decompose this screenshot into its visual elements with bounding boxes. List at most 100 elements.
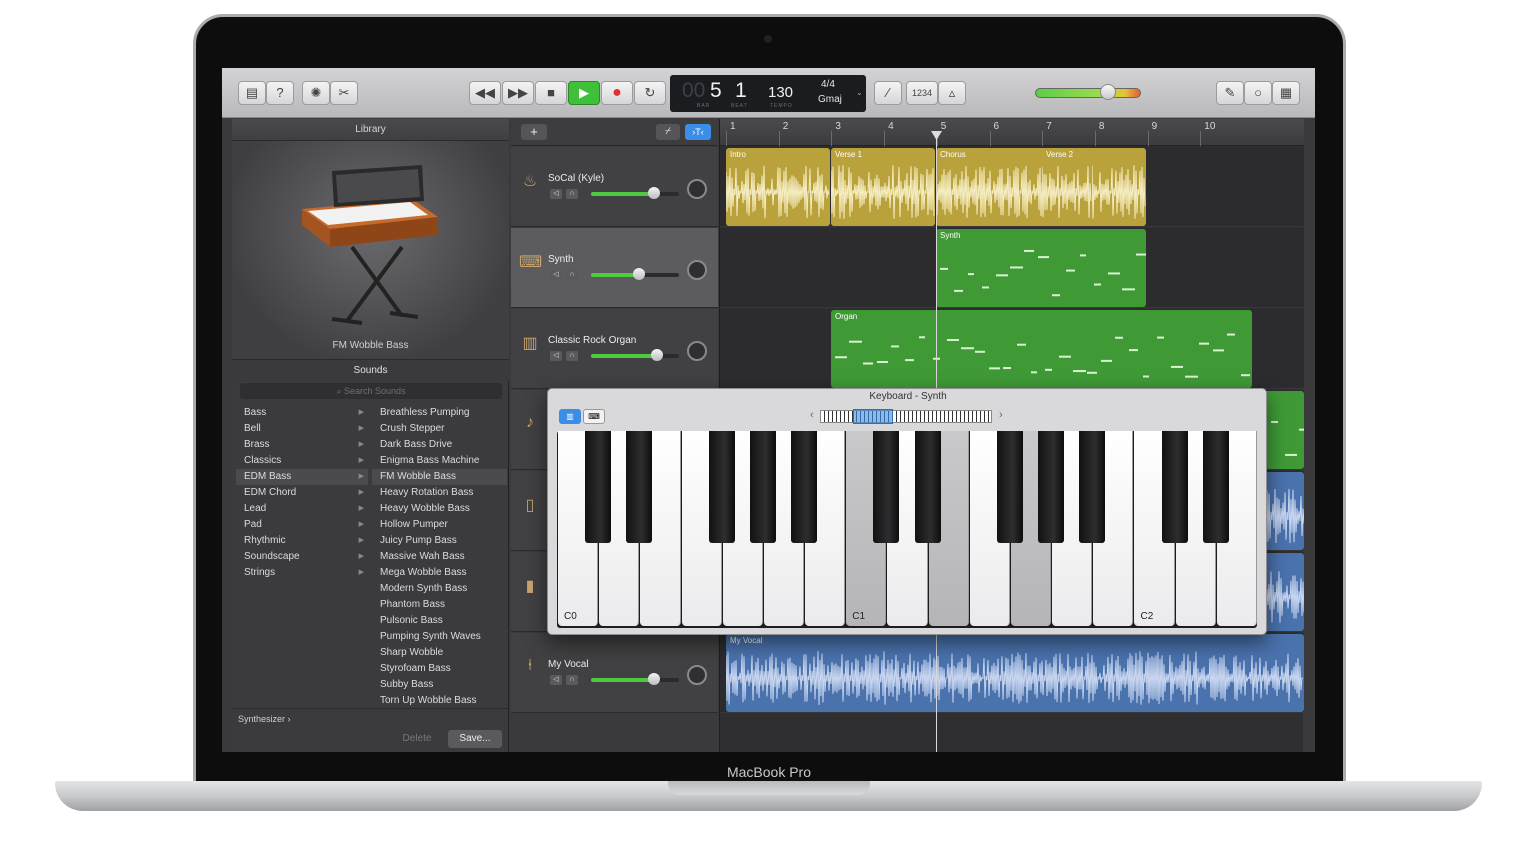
drummer-region[interactable]: Intro <box>726 148 830 226</box>
fast-forward-button[interactable]: ▶▶ <box>502 81 534 105</box>
sound-item[interactable]: Mega Wobble Bass <box>372 565 507 581</box>
black-key[interactable] <box>1079 431 1106 543</box>
keyboard-view-icon[interactable]: ▥ <box>559 409 581 424</box>
black-key[interactable] <box>914 431 941 543</box>
tuner-icon[interactable]: ∕ <box>874 81 902 105</box>
category-item[interactable]: EDM Bass ▶ <box>236 469 368 485</box>
volume-fader[interactable] <box>591 678 679 682</box>
headphones-icon[interactable]: ∩ <box>566 351 578 361</box>
drummer-region[interactable]: Chorus <box>936 148 1146 226</box>
octave-navigator[interactable] <box>820 410 992 423</box>
synth-region[interactable]: Synth <box>936 229 1146 307</box>
sound-item[interactable]: Subby Bass <box>372 677 507 693</box>
black-key[interactable] <box>996 431 1023 543</box>
black-key[interactable] <box>1202 431 1229 543</box>
scissors-icon[interactable]: ✂ <box>330 81 358 105</box>
metronome-icon[interactable]: ▵ <box>938 81 966 105</box>
track-header[interactable]: ▥ Classic Rock Organ ◁ ∩ <box>511 309 718 389</box>
rewind-button[interactable]: ◀◀ <box>469 81 501 105</box>
category-item[interactable]: Strings ▶ <box>236 565 368 581</box>
automation-icon[interactable]: ⌿ <box>656 124 680 140</box>
smart-controls-icon[interactable]: ✺ <box>302 81 330 105</box>
library-toggle-icon[interactable]: ▤ <box>238 81 266 105</box>
sound-item[interactable]: Modern Synth Bass <box>372 581 507 597</box>
vocal-region[interactable]: My Vocal <box>726 634 1304 712</box>
count-in-button[interactable]: 1234 <box>906 81 938 105</box>
black-key[interactable] <box>708 431 735 543</box>
black-key[interactable] <box>626 431 653 543</box>
record-button[interactable]: ● <box>601 81 633 105</box>
volume-fader[interactable] <box>591 354 679 358</box>
mute-icon[interactable]: ◁ <box>550 675 562 685</box>
drummer-region[interactable]: Verse 2 <box>1042 148 1092 226</box>
headphones-icon[interactable]: ∩ <box>566 189 578 199</box>
category-item[interactable]: Rhythmic ▶ <box>236 533 368 549</box>
category-item[interactable]: Lead ▶ <box>236 501 368 517</box>
sound-item[interactable]: Juicy Pump Bass <box>372 533 507 549</box>
category-item[interactable]: Bass ▶ <box>236 405 368 421</box>
category-item[interactable]: Pad ▶ <box>236 517 368 533</box>
category-item[interactable]: Bell ▶ <box>236 421 368 437</box>
lcd-display[interactable]: 00 5 1 BAR BEAT 130 TEMPO 4/4 Gmaj ⌄ <box>670 75 866 112</box>
sound-item[interactable]: Pulsonic Bass <box>372 613 507 629</box>
sound-item[interactable]: Crush Stepper <box>372 421 507 437</box>
black-key[interactable] <box>1038 431 1065 543</box>
sound-item[interactable]: Heavy Rotation Bass <box>372 485 507 501</box>
category-item[interactable]: EDM Chord ▶ <box>236 485 368 501</box>
headphones-icon[interactable]: ∩ <box>566 675 578 685</box>
volume-fader-knob[interactable] <box>651 349 663 361</box>
sound-item[interactable]: Styrofoam Bass <box>372 661 507 677</box>
library-footer[interactable]: Synthesizer › <box>232 708 509 728</box>
black-key[interactable] <box>1161 431 1188 543</box>
volume-fader-knob[interactable] <box>633 268 646 280</box>
help-icon[interactable]: ? <box>266 81 294 105</box>
typing-view-icon[interactable]: ⌨ <box>583 409 605 424</box>
octave-range-selector[interactable] <box>853 409 893 424</box>
sound-item[interactable]: FM Wobble Bass <box>372 469 507 485</box>
mute-icon[interactable]: ◁ <box>550 270 562 280</box>
organ-region[interactable]: Organ <box>831 310 1252 388</box>
sound-item[interactable]: Phantom Bass <box>372 597 507 613</box>
octave-right-icon[interactable]: › <box>999 409 1003 421</box>
master-volume-slider[interactable] <box>1035 88 1141 98</box>
ruler[interactable]: 1 2 3 4 5 6 7 8 9 10 <box>720 119 1304 146</box>
category-item[interactable]: Soundscape ▶ <box>236 549 368 565</box>
drummer-region[interactable]: Verse 1 <box>831 148 935 226</box>
pan-knob[interactable] <box>687 179 707 199</box>
flex-icon[interactable]: ›T‹ <box>685 124 711 140</box>
sound-item[interactable]: Torn Up Wobble Bass <box>372 693 507 709</box>
black-key[interactable] <box>791 431 818 543</box>
category-item[interactable]: Classics ▶ <box>236 453 368 469</box>
volume-fader-knob[interactable] <box>648 673 661 685</box>
pan-knob[interactable] <box>687 665 707 685</box>
black-key[interactable] <box>873 431 900 543</box>
add-track-button[interactable]: + <box>521 124 547 140</box>
sound-item[interactable]: Enigma Bass Machine <box>372 453 507 469</box>
master-volume-knob[interactable] <box>1100 84 1116 100</box>
save-button[interactable]: Save... <box>448 730 502 748</box>
sound-item[interactable]: Sharp Wobble <box>372 645 507 661</box>
black-key[interactable] <box>585 431 612 543</box>
volume-fader[interactable] <box>591 192 679 196</box>
track-header[interactable]: ⍿ My Vocal ◁ ∩ <box>511 633 718 713</box>
sound-item[interactable]: Massive Wah Bass <box>372 549 507 565</box>
cycle-button[interactable]: ↻ <box>634 81 666 105</box>
volume-fader-knob[interactable] <box>648 187 661 199</box>
search-sounds-input[interactable]: ⌕ Search Sounds <box>240 383 502 399</box>
headphones-icon[interactable]: ∩ <box>566 270 578 280</box>
lcd-chevron-down-icon[interactable]: ⌄ <box>856 88 863 97</box>
mute-icon[interactable]: ◁ <box>550 189 562 199</box>
track-header[interactable]: ♨ SoCal (Kyle) ◁ ∩ <box>511 147 718 227</box>
black-key[interactable] <box>749 431 776 543</box>
octave-left-icon[interactable]: ‹ <box>810 409 814 421</box>
sound-item[interactable]: Heavy Wobble Bass <box>372 501 507 517</box>
sound-item[interactable]: Pumping Synth Waves <box>372 629 507 645</box>
mute-icon[interactable]: ◁ <box>550 351 562 361</box>
sound-item[interactable]: Hollow Pumper <box>372 517 507 533</box>
sound-item[interactable]: Dark Bass Drive <box>372 437 507 453</box>
pan-knob[interactable] <box>687 341 707 361</box>
stop-button[interactable]: ■ <box>535 81 567 105</box>
pan-knob[interactable] <box>687 260 707 280</box>
play-button[interactable]: ▶ <box>568 81 600 105</box>
track-header[interactable]: ⌨ Synth ◁ ∩ <box>511 228 718 308</box>
